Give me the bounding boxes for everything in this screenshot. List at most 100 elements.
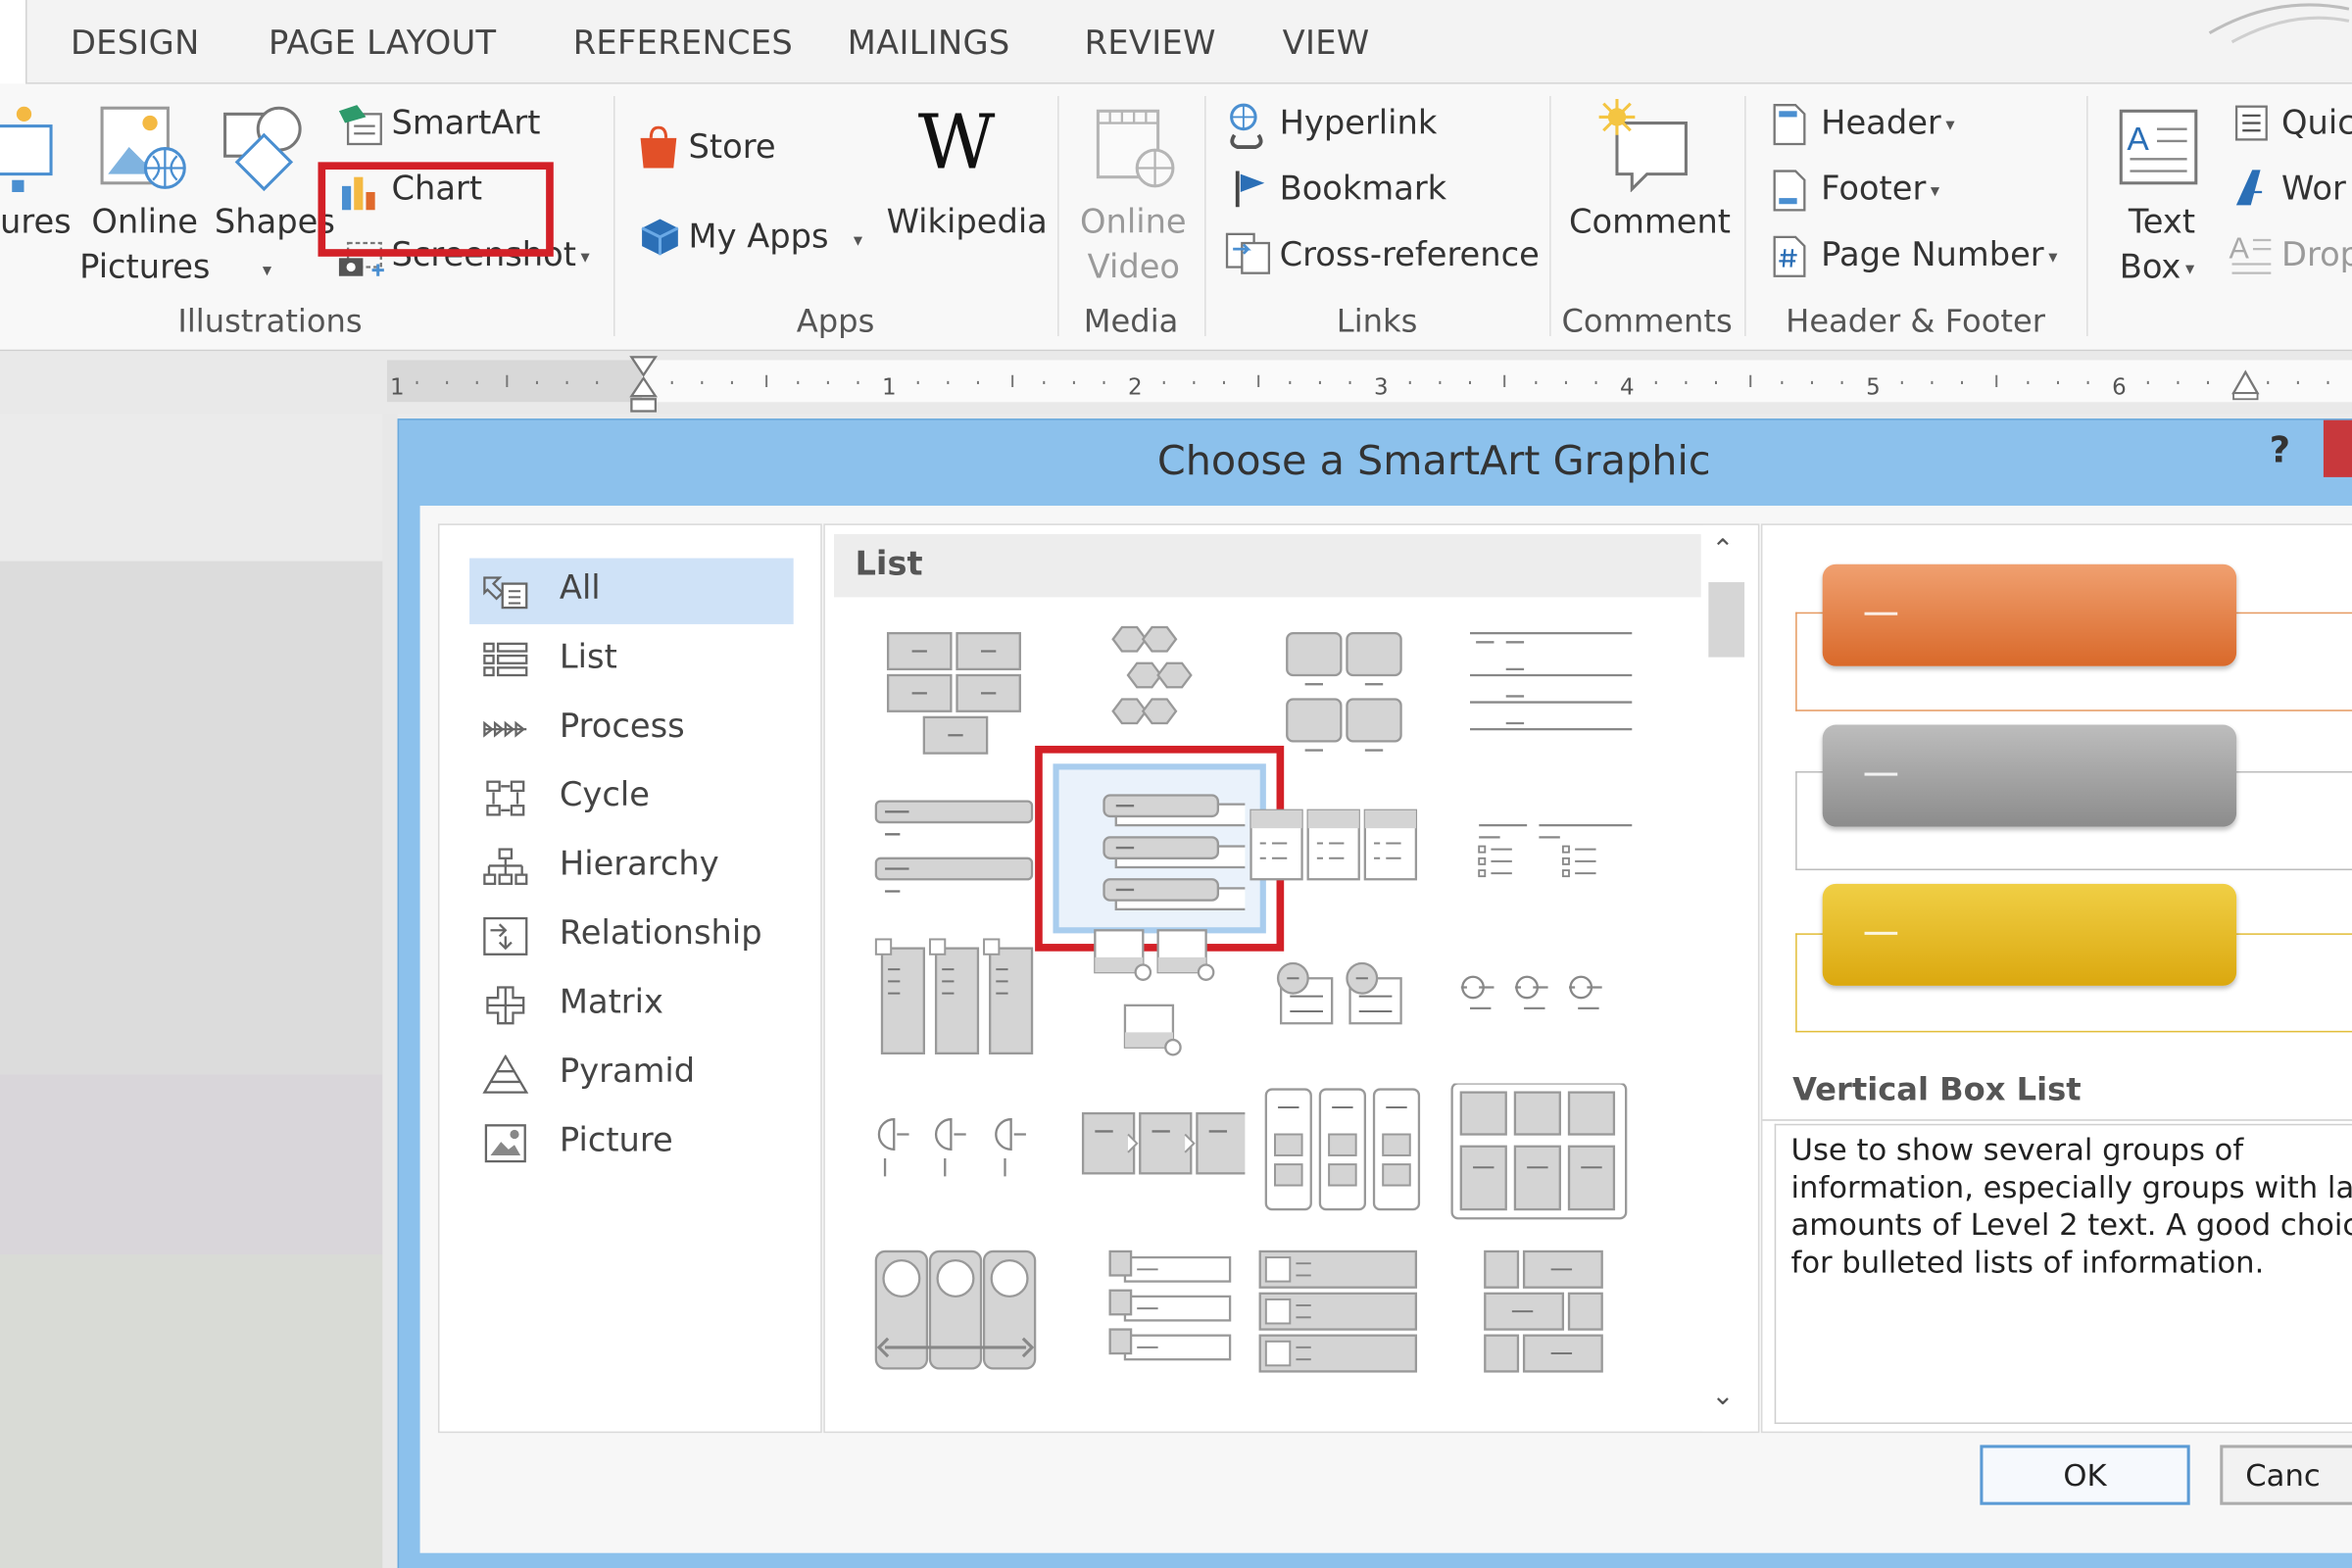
layout-grid-matrix-list[interactable] [1440,1246,1635,1410]
store-label[interactable]: Store [689,129,776,167]
category-picture[interactable]: Picture [469,1110,794,1176]
hierarchy-icon [483,848,528,885]
hyperlink-icon[interactable] [1226,102,1271,150]
quick-parts-icon[interactable] [2232,102,2272,144]
cross-reference-label[interactable]: Cross-reference [1280,237,1540,274]
layout-accented-picture-list[interactable] [1245,924,1440,1089]
category-pyramid[interactable]: Pyramid [469,1042,794,1107]
header-footer-group-label: Header & Footer [1786,303,2045,340]
ruler-number: 2 [1128,373,1143,401]
ribbon-separator [1549,95,1551,336]
layout-lined-list[interactable] [1440,610,1635,774]
category-label: Process [559,708,685,746]
layout-table-list[interactable] [1245,765,1440,930]
scroll-up-icon[interactable]: ⌃ [1711,534,1734,565]
dialog-title: Choose a SmartArt Graphic [1156,438,1711,485]
layout-lined-bullet-list[interactable] [1440,765,1635,930]
header-label[interactable]: Header ▾ [1821,105,1954,142]
shapes-icon[interactable] [219,102,312,195]
category-process[interactable]: Process [469,696,794,761]
ribbon-separator [1057,95,1059,336]
shapes-caret-icon[interactable]: ▾ [263,260,271,280]
tab-design[interactable]: DESIGN [71,25,200,63]
layout-stacked-list[interactable] [1245,1083,1440,1248]
category-hierarchy[interactable]: Hierarchy [469,834,794,900]
horizontal-ruler[interactable]: 1 1 2 3 4 5 6 [0,351,2352,415]
text-box-label-1[interactable]: Text [2129,204,2195,241]
page-number-icon[interactable] [1772,234,1808,279]
online-pictures-label-1[interactable]: Online [91,204,198,241]
tab-view[interactable]: VIEW [1283,25,1370,63]
layout-trapezoid-list[interactable] [1245,1246,1440,1410]
layout-grouped-list[interactable] [1245,610,1440,774]
category-list-item[interactable]: List [469,627,794,693]
ok-button[interactable]: OK [1980,1445,2190,1505]
comment-label[interactable]: Comment [1569,204,1731,241]
drop-cap-icon: A [2229,231,2272,274]
layout-chevron-block-list[interactable] [1050,1083,1250,1248]
layout-circle-picture-list[interactable] [855,1246,1050,1410]
indent-marker-icon[interactable] [627,354,661,414]
scrollbar-thumb[interactable] [1708,582,1745,658]
my-apps-caret-icon[interactable]: ▾ [854,229,862,250]
my-apps-icon[interactable] [636,213,684,258]
category-all[interactable]: All [469,558,794,624]
wordart-icon[interactable] [2232,168,2272,210]
store-icon[interactable] [636,125,681,172]
layout-tab-list[interactable] [1050,1246,1245,1410]
layout-basic-block-list[interactable] [855,610,1050,774]
header-icon[interactable] [1772,102,1808,147]
text-box-label-2[interactable]: Box ▾ [2120,249,2194,286]
online-pictures-label-2[interactable]: Pictures [79,249,210,286]
layout-horizontal-bullet-list[interactable] [855,765,1050,930]
layout-hexagon-cluster[interactable] [1050,610,1245,774]
tab-home-edge[interactable] [0,0,27,84]
category-matrix[interactable]: Matrix [469,972,794,1038]
help-button[interactable]: ? [2270,429,2290,471]
online-pictures-icon[interactable] [96,102,189,195]
scroll-down-icon[interactable]: ⌄ [1711,1381,1734,1412]
cycle-icon [486,780,525,816]
hyperlink-label[interactable]: Hyperlink [1280,105,1438,142]
bookmark-icon[interactable] [1232,168,1271,210]
text-box-icon[interactable]: A [2115,105,2205,189]
tab-references[interactable]: REFERENCES [573,25,793,63]
layout-square-accent-list[interactable] [1440,1082,1635,1248]
layout-vertical-bracket-list[interactable] [855,924,1050,1089]
footer-label[interactable]: Footer ▾ [1821,172,1939,209]
category-label: Picture [559,1122,673,1160]
wikipedia-icon[interactable]: W [918,99,996,186]
right-indent-marker-icon[interactable] [2229,369,2262,403]
page-number-label[interactable]: Page Number ▾ [1821,237,2057,274]
ruler-ticks [416,374,2329,388]
category-relationship[interactable]: Relationship [469,904,794,969]
smartart-label[interactable]: SmartArt [391,105,540,142]
layout-bullet-circle-list[interactable] [1440,924,1635,1089]
cancel-button[interactable]: Canc [2220,1445,2352,1505]
close-button[interactable] [2323,419,2352,477]
pictures-label[interactable]: ures [0,204,72,241]
wikipedia-label[interactable]: Wikipedia [887,204,1048,241]
tab-page-layout[interactable]: PAGE LAYOUT [269,25,496,63]
layout-picture-accent-list[interactable] [1050,924,1245,1089]
shapes-label[interactable]: Shapes [215,204,335,241]
word-window: DESIGN PAGE LAYOUT REFERENCES MAILINGS R… [0,0,2352,1568]
layout-vertical-box-list[interactable] [1050,765,1261,930]
footer-icon[interactable] [1772,168,1808,213]
gallery-scrollbar[interactable]: ⌃ ⌄ [1702,524,1751,1432]
decorative-swoosh-icon [2208,3,2350,44]
category-cycle[interactable]: Cycle [469,765,794,831]
tab-mailings[interactable]: MAILINGS [848,25,1010,63]
ruler-number: 1 [881,373,897,401]
smartart-icon[interactable] [336,102,384,147]
cross-reference-icon[interactable] [1224,231,1272,276]
quick-parts-label[interactable]: Quic [2281,105,2352,142]
tab-review[interactable]: REVIEW [1085,25,1216,63]
layout-half-circle-list[interactable] [855,1083,1050,1248]
wordart-label[interactable]: Wor [2281,172,2346,209]
bookmark-label[interactable]: Bookmark [1280,172,1447,209]
preview-description: Use to show several groups of informatio… [1774,1123,2352,1425]
my-apps-label[interactable]: My Apps [689,220,829,257]
comment-icon[interactable] [1596,99,1698,192]
pictures-icon[interactable] [0,105,57,198]
